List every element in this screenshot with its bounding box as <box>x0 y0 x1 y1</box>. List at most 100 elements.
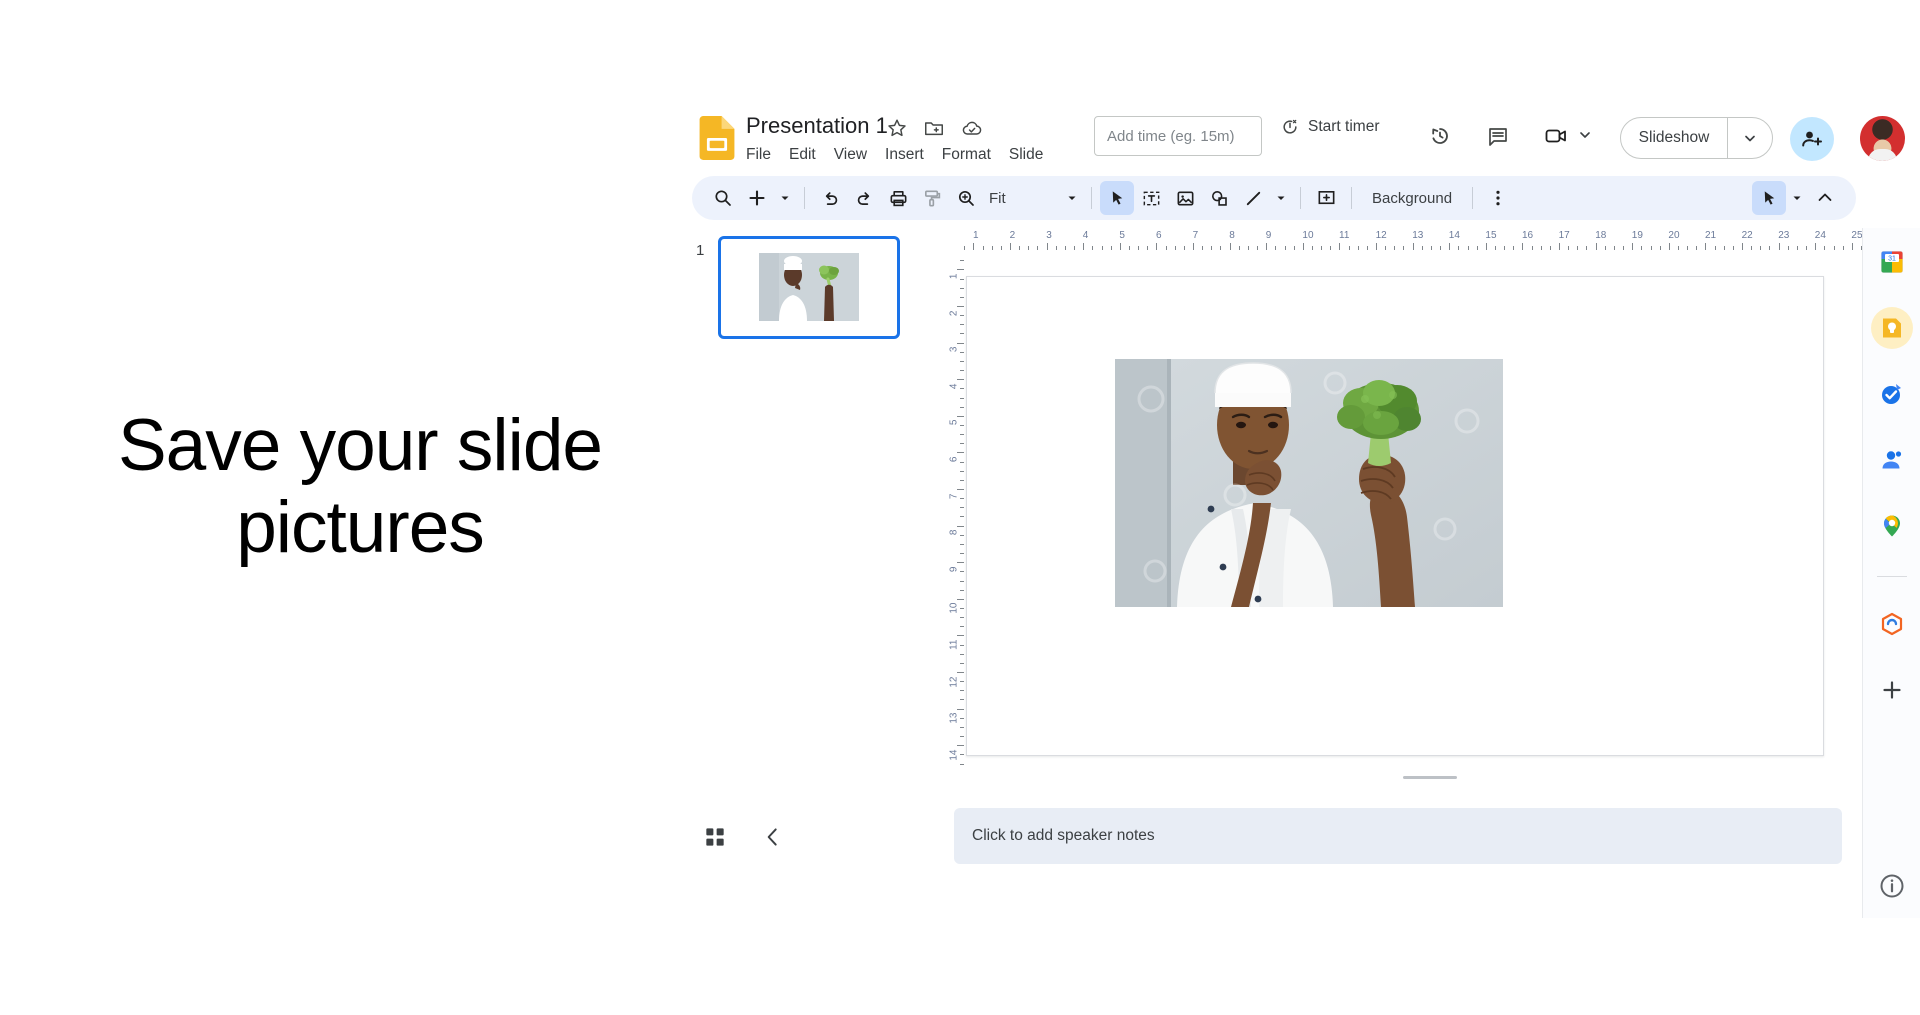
new-slide-button[interactable] <box>740 181 774 215</box>
vertical-ruler[interactable]: 1 2 3 4 5 6 7 8 9 10 11 12 13 14 <box>940 250 964 820</box>
zoom-level-value[interactable]: Fit <box>983 190 1061 207</box>
background-button[interactable]: Background <box>1360 190 1464 207</box>
google-keep-icon[interactable] <box>1871 307 1913 349</box>
ruler-h-label: 22 <box>1741 230 1753 241</box>
star-icon[interactable] <box>886 117 908 139</box>
menu-item-slide[interactable]: Slide <box>1000 142 1052 168</box>
ruler-h-tick <box>1202 246 1204 250</box>
user-avatar[interactable] <box>1860 116 1905 161</box>
ruler-h-tick <box>1220 246 1222 250</box>
slide-image-chef-broccoli[interactable] <box>1115 359 1503 607</box>
ruler-v-label: 4 <box>948 383 960 389</box>
redo-button[interactable] <box>847 181 881 215</box>
ruler-h-label: 20 <box>1668 230 1680 241</box>
ruler-h-tick <box>1110 246 1112 250</box>
collapse-menus-icon[interactable] <box>1808 181 1842 215</box>
google-contacts-icon[interactable] <box>1876 444 1908 476</box>
slide-number: 1 <box>696 242 705 259</box>
paint-format-button[interactable] <box>915 181 949 215</box>
zoom-dropdown-icon[interactable] <box>1061 181 1083 215</box>
laser-pointer-button[interactable] <box>1752 181 1786 215</box>
ruler-h-tick <box>1055 246 1057 250</box>
notes-resize-handle[interactable] <box>1403 776 1457 779</box>
ruler-h-tick <box>1540 246 1542 250</box>
grid-view-icon[interactable] <box>702 824 728 850</box>
ruler-h-tick <box>1769 246 1771 250</box>
speaker-notes-input[interactable]: Click to add speaker notes <box>954 808 1842 864</box>
start-timer-button[interactable]: Start timer <box>1280 117 1379 137</box>
more-options-icon[interactable] <box>1481 181 1515 215</box>
ruler-h-tick <box>1824 246 1826 250</box>
ruler-h-label: 7 <box>1192 230 1199 241</box>
ruler-v-tick <box>960 406 964 408</box>
ruler-h-label: 10 <box>1302 230 1314 241</box>
slide-thumbnail-1[interactable] <box>718 236 900 339</box>
addon-app-icon[interactable] <box>1876 608 1908 640</box>
ruler-h-tick <box>1796 246 1798 250</box>
ruler-h-tick <box>1504 246 1506 250</box>
ruler-v-tick <box>960 388 964 390</box>
ruler-v-tick <box>960 571 964 573</box>
shape-button[interactable] <box>1202 181 1236 215</box>
timer-input[interactable]: Add time (eg. 15m) <box>1094 116 1262 156</box>
google-calendar-icon[interactable]: 31 <box>1876 246 1908 278</box>
google-tasks-icon[interactable] <box>1876 378 1908 410</box>
print-button[interactable] <box>881 181 915 215</box>
zoom-icon[interactable] <box>949 181 983 215</box>
ruler-h-tick <box>1311 246 1313 250</box>
menu-item-format[interactable]: Format <box>933 142 1000 168</box>
select-tool-button[interactable] <box>1100 181 1134 215</box>
ruler-h-label: 1 <box>973 230 979 241</box>
comment-icon[interactable] <box>1478 116 1518 156</box>
cloud-saved-icon[interactable] <box>961 117 983 139</box>
ruler-h-tick <box>1028 246 1030 250</box>
add-addon-icon[interactable] <box>1876 674 1908 706</box>
slideshow-dropdown-icon[interactable] <box>1728 132 1772 144</box>
pointer-dropdown-icon[interactable] <box>1786 181 1808 215</box>
menu-item-insert[interactable]: Insert <box>876 142 933 168</box>
ruler-v-label: 3 <box>948 346 960 353</box>
ruler-h-tick <box>1650 246 1652 250</box>
chevron-down-icon[interactable] <box>1580 130 1590 140</box>
start-timer-label: Start timer <box>1308 118 1380 135</box>
ruler-h-tick <box>1851 243 1853 250</box>
ruler-v-tick <box>957 525 964 527</box>
search-icon[interactable] <box>706 181 740 215</box>
ruler-v-tick <box>960 690 964 692</box>
side-panel-info-icon[interactable] <box>1878 872 1906 900</box>
undo-button[interactable] <box>813 181 847 215</box>
insert-image-button[interactable] <box>1168 181 1202 215</box>
line-button[interactable] <box>1236 181 1270 215</box>
collapse-filmstrip-icon[interactable] <box>760 824 786 850</box>
new-slide-dropdown-icon[interactable] <box>774 181 796 215</box>
share-button[interactable] <box>1790 117 1834 161</box>
ruler-h-tick <box>1604 246 1606 250</box>
slideshow-button[interactable]: Slideshow <box>1620 117 1773 159</box>
ruler-v-label: 1 <box>948 273 960 280</box>
menu-item-view[interactable]: View <box>825 142 876 168</box>
line-dropdown-icon[interactable] <box>1270 181 1292 215</box>
menu-item-file[interactable]: File <box>746 142 780 168</box>
ruler-v-tick <box>960 424 964 426</box>
ruler-v-tick <box>960 470 964 472</box>
google-maps-icon[interactable] <box>1876 510 1908 542</box>
menu-item-edit[interactable]: Edit <box>780 142 825 168</box>
move-to-folder-icon[interactable] <box>923 117 945 139</box>
meet-camera-icon[interactable] <box>1536 116 1576 156</box>
ruler-h-label: 8 <box>1229 230 1235 241</box>
slide-canvas[interactable] <box>966 276 1824 756</box>
horizontal-ruler[interactable]: 1 2 3 4 5 6 7 8 9 10 11 12 13 14 15 16 17 18 19 20 21 22 23 24 2… <box>964 228 1920 250</box>
page-caption: Save your slide pictures <box>117 405 603 568</box>
ruler-h-tick <box>1275 246 1277 250</box>
ruler-h-tick <box>1284 246 1286 250</box>
version-history-icon[interactable] <box>1420 116 1460 156</box>
text-box-button[interactable] <box>1134 181 1168 215</box>
ruler-v-tick <box>960 699 964 701</box>
ruler-h-tick <box>1321 246 1323 250</box>
ruler-v-tick <box>960 653 964 655</box>
ruler-v-tick <box>960 498 964 500</box>
ruler-v-tick <box>960 443 964 445</box>
add-comment-button[interactable] <box>1309 181 1343 215</box>
document-title[interactable]: Presentation 1 <box>746 113 888 139</box>
ruler-v-tick <box>960 507 964 509</box>
